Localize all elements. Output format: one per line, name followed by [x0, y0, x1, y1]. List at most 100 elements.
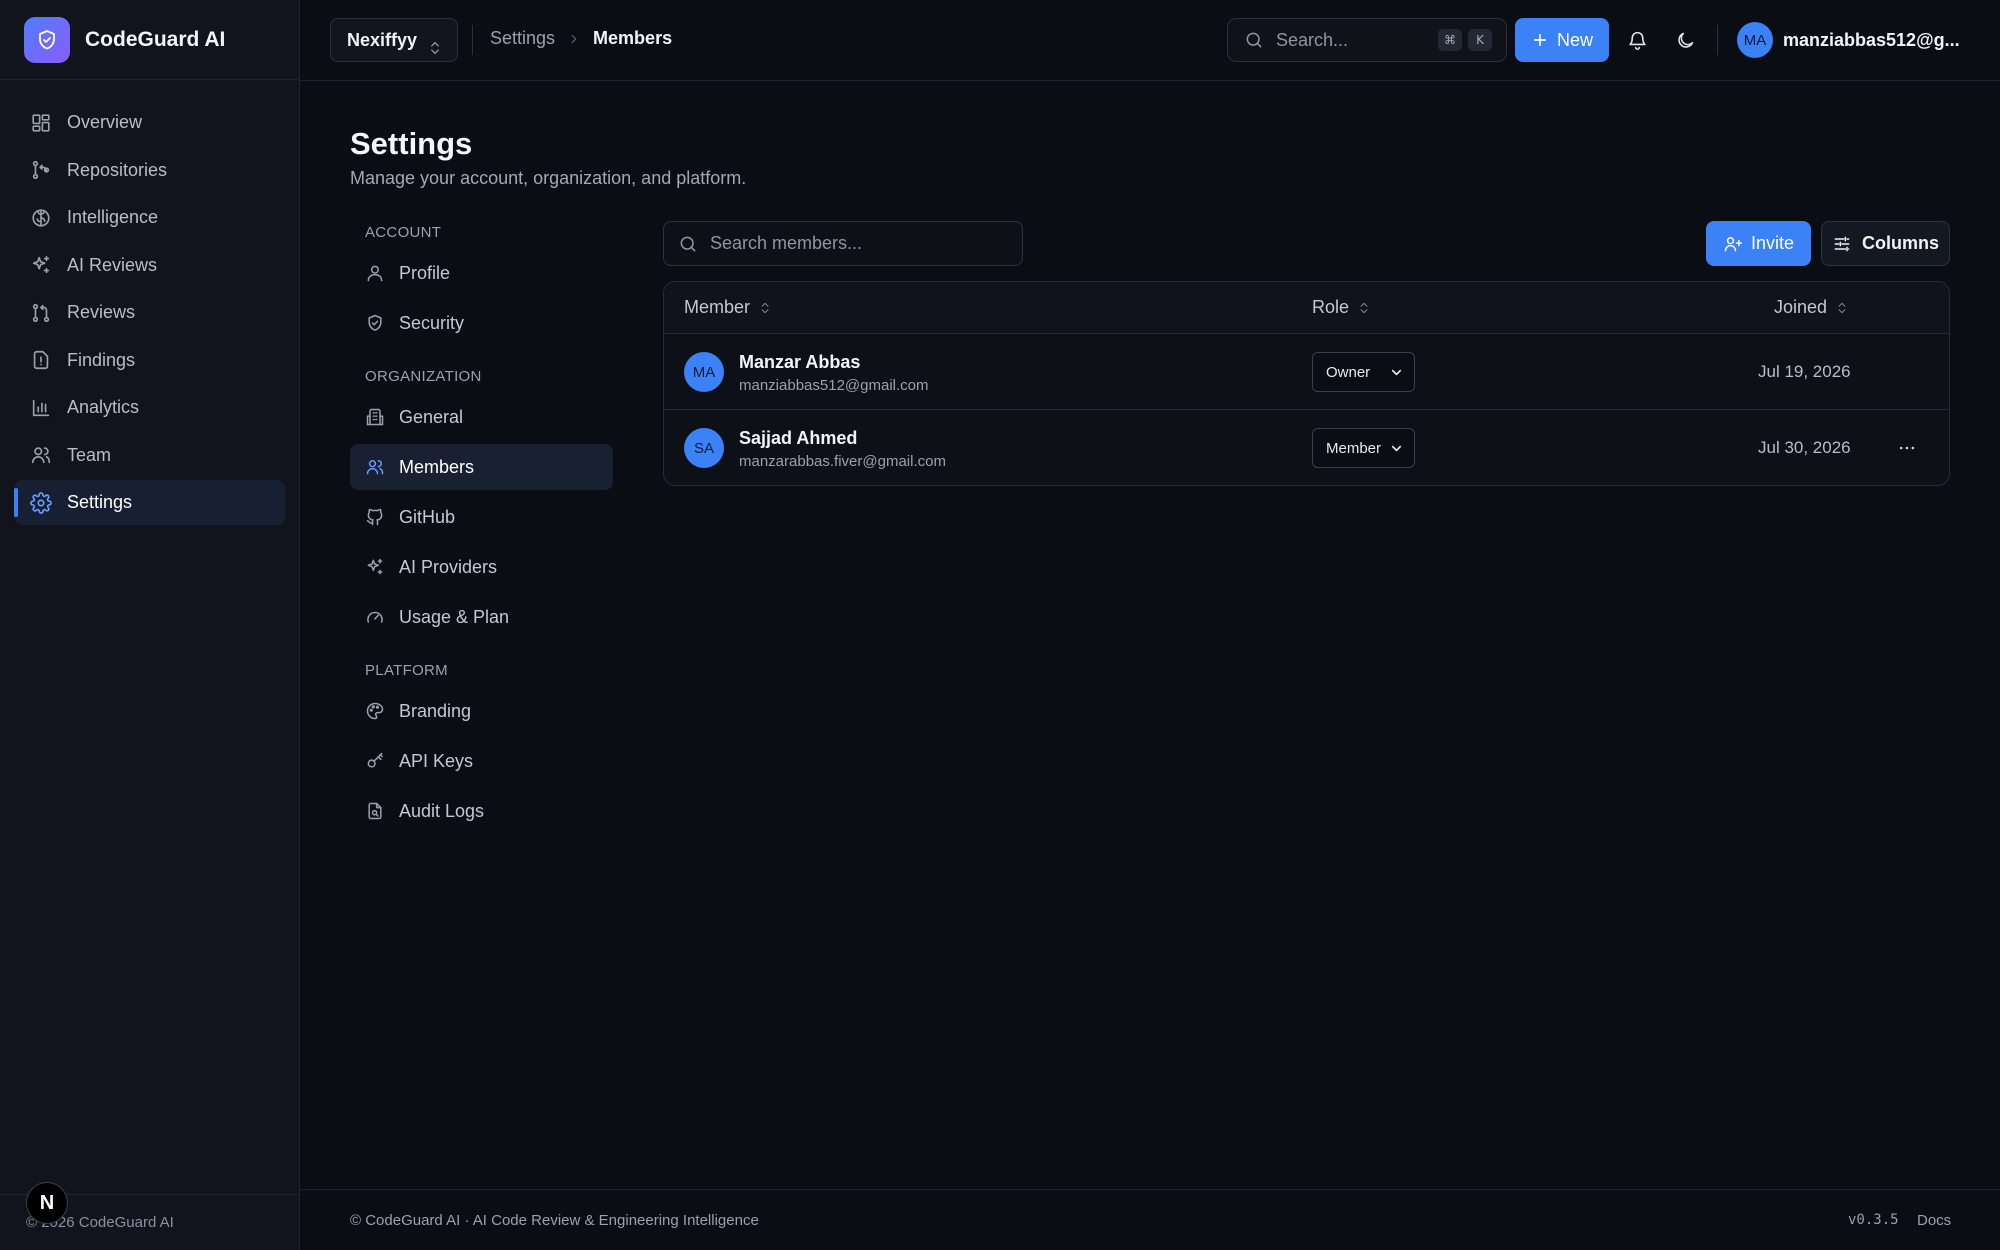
joined-date: Jul 30, 2026 [1758, 438, 1851, 457]
footer-text: © CodeGuard AI · AI Code Review & Engine… [350, 1211, 759, 1229]
kbd-cmd: ⌘ [1438, 29, 1462, 51]
org-name: Nexiffyy [347, 29, 418, 50]
key-icon [365, 751, 385, 771]
version-label: v0.3.5 [1848, 1212, 1899, 1228]
gauge-icon [365, 607, 385, 627]
sidebar-item-intelligence[interactable]: Intelligence [14, 195, 285, 240]
page-footer: © CodeGuard AI · AI Code Review & Engine… [300, 1189, 2000, 1250]
search-icon [1244, 30, 1264, 50]
user-menu[interactable]: MA manziabbas512@g... [1737, 22, 1960, 58]
settings-item-audit-logs[interactable]: Audit Logs [350, 788, 613, 834]
breadcrumb-settings[interactable]: Settings [490, 28, 555, 49]
avatar: MA [684, 352, 724, 392]
columns-button[interactable]: Columns [1821, 221, 1950, 266]
chevron-right-icon [567, 32, 581, 46]
member-email: manziabbas512@gmail.com [739, 377, 929, 394]
notifications-button[interactable] [1619, 22, 1655, 58]
settings-item-general[interactable]: General [350, 394, 613, 440]
bell-icon [1627, 30, 1648, 51]
column-header-role[interactable]: Role [1312, 297, 1371, 318]
settings-item-label: AI Providers [399, 556, 498, 577]
dashboard-icon [30, 112, 52, 134]
moon-icon [1675, 30, 1696, 51]
settings-item-api-keys[interactable]: API Keys [350, 738, 613, 784]
sidebar-item-label: Repositories [67, 159, 168, 180]
topbar: Nexiffyy Settings Members Search... ⌘ K … [300, 0, 2000, 81]
role-select[interactable]: Owner [1312, 352, 1415, 392]
page-title: Settings [350, 126, 473, 161]
sidebar-item-analytics[interactable]: Analytics [14, 385, 285, 430]
column-header-member[interactable]: Member [684, 297, 772, 318]
sidebar-item-label: Intelligence [67, 207, 159, 227]
row-actions-button[interactable] [1892, 435, 1922, 461]
settings-item-usage-plan[interactable]: Usage & Plan [350, 594, 613, 640]
building-icon [365, 407, 385, 427]
git-branch-icon [30, 159, 52, 181]
settings-nav: ACCOUNT Profile Security ORGANIZATION Ge… [350, 218, 613, 834]
member-name: Sajjad Ahmed [739, 428, 858, 448]
search-icon [678, 234, 698, 254]
breadcrumb: Settings Members [490, 28, 672, 49]
brand[interactable]: CodeGuard AI [0, 0, 299, 80]
sidebar-nav: Overview Repositories Intelligence AI Re… [0, 80, 299, 525]
invite-button[interactable]: Invite [1706, 221, 1811, 266]
role-value: Member [1326, 439, 1382, 457]
divider [1717, 25, 1718, 55]
sidebar-item-settings[interactable]: Settings [14, 480, 285, 525]
sidebar-item-label: AI Reviews [67, 254, 158, 275]
chevron-down-icon [1391, 369, 1402, 376]
search-placeholder: Search... [1276, 29, 1349, 50]
sort-icon [758, 301, 772, 315]
settings-item-label: Branding [399, 700, 472, 721]
sidebar-item-reviews[interactable]: Reviews [14, 290, 285, 335]
users-icon [365, 457, 385, 477]
sidebar-item-label: Settings [67, 492, 133, 512]
settings-item-security[interactable]: Security [350, 300, 613, 346]
sidebar-item-label: Reviews [67, 302, 136, 322]
settings-item-ai-providers[interactable]: AI Providers [350, 544, 613, 590]
breadcrumb-current: Members [593, 28, 673, 48]
sparkles-icon [30, 254, 52, 276]
sidebar-item-repositories[interactable]: Repositories [14, 148, 285, 193]
column-label: Role [1312, 297, 1350, 317]
settings-item-members[interactable]: Members [350, 444, 613, 490]
git-pull-request-icon [30, 302, 52, 324]
docs-link[interactable]: Docs [1917, 1212, 1951, 1229]
next-dev-badge[interactable]: N [26, 1182, 68, 1224]
sidebar-item-team[interactable]: Team [14, 433, 285, 478]
settings-item-label: Usage & Plan [399, 606, 510, 627]
settings-section-platform: PLATFORM [365, 661, 448, 679]
settings-item-label: Audit Logs [399, 800, 485, 821]
brain-icon [30, 207, 52, 229]
users-icon [30, 444, 52, 466]
sidebar: CodeGuard AI Overview Repositories Intel… [0, 0, 300, 1250]
user-plus-icon [1723, 234, 1743, 254]
sidebar-item-overview[interactable]: Overview [14, 100, 285, 145]
org-switcher[interactable]: Nexiffyy [330, 18, 458, 62]
new-button[interactable]: New [1515, 18, 1609, 62]
settings-item-profile[interactable]: Profile [350, 250, 613, 296]
settings-item-label: Profile [399, 262, 451, 283]
theme-toggle-button[interactable] [1667, 22, 1703, 58]
user-icon [365, 263, 385, 283]
table-row: SA Sajjad Ahmed manzarabbas.fiver@gmail.… [664, 410, 1949, 485]
settings-item-github[interactable]: GitHub [350, 494, 613, 540]
chevron-down-icon [1391, 445, 1402, 452]
column-label: Member [684, 297, 751, 317]
column-header-joined[interactable]: Joined [1774, 297, 1849, 318]
sidebar-item-ai-reviews[interactable]: AI Reviews [14, 243, 285, 288]
page-subtitle: Manage your account, organization, and p… [350, 168, 747, 188]
table-row: MA Manzar Abbas manziabbas512@gmail.com … [664, 334, 1949, 410]
global-search-input[interactable]: Search... ⌘ K [1227, 18, 1507, 62]
divider [472, 25, 473, 55]
sparkles-icon [365, 557, 385, 577]
sidebar-item-findings[interactable]: Findings [14, 338, 285, 383]
role-select[interactable]: Member [1312, 428, 1415, 468]
member-search-placeholder: Search members... [710, 233, 863, 253]
sidebar-item-label: Analytics [67, 397, 140, 417]
settings-item-branding[interactable]: Branding [350, 688, 613, 734]
settings-section-organization: ORGANIZATION [365, 367, 482, 385]
member-search-input[interactable]: Search members... [663, 221, 1023, 266]
settings-item-label: General [399, 406, 464, 427]
palette-icon [365, 701, 385, 721]
